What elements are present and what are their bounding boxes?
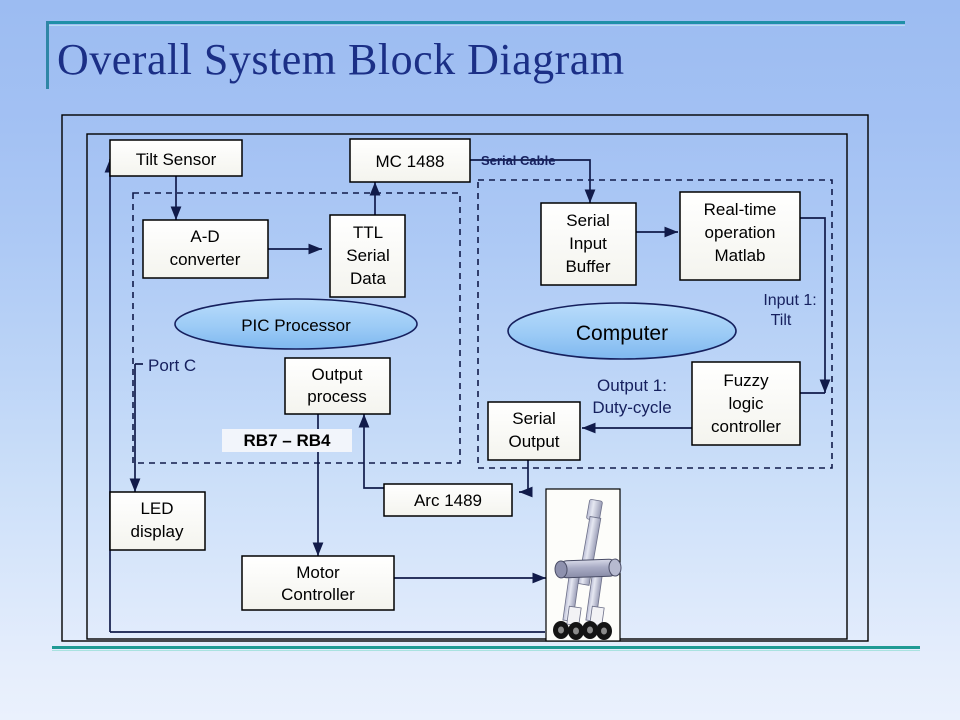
box-realtime-matlab[interactable]: Real-time operation Matlab xyxy=(679,191,801,281)
ad-converter-line1: A-D xyxy=(190,227,219,246)
output-process-line2: process xyxy=(307,387,367,406)
input-1-line1: Input 1: xyxy=(763,292,816,309)
fuzzy-line3: controller xyxy=(711,417,781,436)
output-process-line1: Output xyxy=(311,365,362,384)
realtime-matlab-line3: Matlab xyxy=(714,246,765,265)
serial-input-buffer-line1: Serial xyxy=(566,211,609,230)
output-1-line1: Output 1: xyxy=(597,376,667,395)
box-serial-output[interactable]: Serial Output xyxy=(487,401,581,461)
fuzzy-line1: Fuzzy xyxy=(723,371,769,390)
ellipse-pic-processor: PIC Processor xyxy=(174,298,418,350)
motor-controller-line1: Motor xyxy=(296,563,340,582)
ttl-line2: Serial xyxy=(346,246,389,265)
ad-converter-line2: converter xyxy=(170,250,241,269)
ttl-line3: Data xyxy=(350,269,386,288)
box-output-process[interactable]: Output process xyxy=(284,357,391,415)
box-ad-converter[interactable]: A-D converter xyxy=(142,219,269,279)
fuzzy-line2: logic xyxy=(729,394,764,413)
computer-label: Computer xyxy=(576,322,668,345)
led-display-line2: display xyxy=(131,522,184,541)
box-tilt-sensor[interactable]: Tilt Sensor xyxy=(109,139,243,177)
ttl-line1: TTL xyxy=(353,223,383,242)
pic-processor-label: PIC Processor xyxy=(241,316,351,335)
mc-1488-label: MC 1488 xyxy=(376,152,445,171)
input-1-line2: Tilt xyxy=(771,312,792,329)
slide: Overall System Block Diagram PIC Process… xyxy=(0,0,960,720)
rb-range-band: RB7 – RB4 xyxy=(222,429,352,452)
serial-output-line2: Output xyxy=(508,432,559,451)
serial-cable-label: Serial Cable xyxy=(481,153,555,168)
led-display-line1: LED xyxy=(140,499,173,518)
box-ttl-serial-data[interactable]: TTL Serial Data xyxy=(329,214,406,298)
output-1-line2: Duty-cycle xyxy=(592,398,671,417)
box-motor-controller[interactable]: Motor Controller xyxy=(241,555,395,611)
box-mc-1488[interactable]: MC 1488 xyxy=(349,138,471,183)
motor-controller-line2: Controller xyxy=(281,585,355,604)
serial-output-line1: Serial xyxy=(512,409,555,428)
box-fuzzy-controller[interactable]: Fuzzy logic controller xyxy=(691,361,801,446)
serial-input-buffer-line3: Buffer xyxy=(565,257,610,276)
ellipse-computer: Computer xyxy=(507,302,737,360)
arc-1489-label: Arc 1489 xyxy=(414,491,482,510)
rb-range-label: RB7 – RB4 xyxy=(244,431,331,450)
box-led-display[interactable]: LED display xyxy=(109,491,206,551)
robot-photo xyxy=(545,488,622,642)
realtime-matlab-line1: Real-time xyxy=(704,200,777,219)
port-c-label: Port C xyxy=(148,356,196,375)
realtime-matlab-line2: operation xyxy=(705,223,776,242)
tilt-sensor-label: Tilt Sensor xyxy=(136,150,217,169)
diagram-canvas: PIC Processor Computer Tilt Sensor MC 14… xyxy=(0,0,960,720)
box-serial-input-buffer[interactable]: Serial Input Buffer xyxy=(540,202,637,286)
box-arc-1489[interactable]: Arc 1489 xyxy=(383,483,513,517)
serial-input-buffer-line2: Input xyxy=(569,234,607,253)
